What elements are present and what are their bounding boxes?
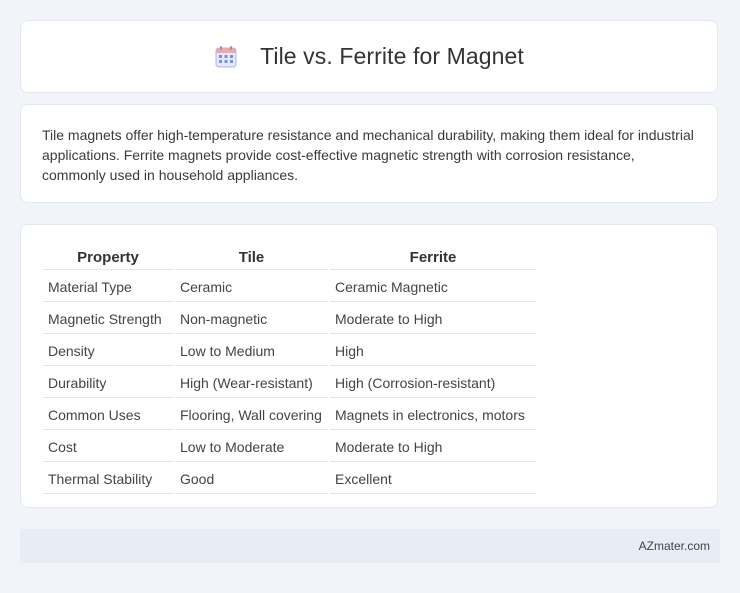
cell-tile: Non-magnetic <box>175 304 328 334</box>
table-row: Thermal Stability Good Excellent <box>43 464 536 494</box>
column-header-ferrite: Ferrite <box>330 246 536 270</box>
description-card: Tile magnets offer high-temperature resi… <box>20 104 718 203</box>
cell-ferrite: High <box>330 336 536 366</box>
footer-bar: AZmater.com <box>20 529 720 563</box>
cell-tile: Good <box>175 464 328 494</box>
cell-ferrite: Moderate to High <box>330 432 536 462</box>
footer-site-link[interactable]: AZmater.com <box>639 539 710 553</box>
cell-property: Thermal Stability <box>43 464 173 494</box>
cell-property: Common Uses <box>43 400 173 430</box>
table-header-row: Property Tile Ferrite <box>43 246 536 270</box>
cell-property: Durability <box>43 368 173 398</box>
table-row: Density Low to Medium High <box>43 336 536 366</box>
cell-ferrite: Excellent <box>330 464 536 494</box>
cell-property: Magnetic Strength <box>43 304 173 334</box>
cell-tile: Ceramic <box>175 272 328 302</box>
column-header-property: Property <box>43 246 173 270</box>
page-title: Tile vs. Ferrite for Magnet <box>260 43 524 69</box>
table-row: Magnetic Strength Non-magnetic Moderate … <box>43 304 536 334</box>
cell-tile: Low to Moderate <box>175 432 328 462</box>
comparison-table-card: Property Tile Ferrite Material Type Cera… <box>20 224 718 508</box>
cell-tile: Flooring, Wall covering <box>175 400 328 430</box>
title-row: Tile vs. Ferrite for Magnet <box>214 43 524 70</box>
table-row: Material Type Ceramic Ceramic Magnetic <box>43 272 536 302</box>
table-row: Common Uses Flooring, Wall covering Magn… <box>43 400 536 430</box>
cell-ferrite: Moderate to High <box>330 304 536 334</box>
column-header-tile: Tile <box>175 246 328 270</box>
cell-property: Material Type <box>43 272 173 302</box>
cell-ferrite: Ceramic Magnetic <box>330 272 536 302</box>
comparison-table: Property Tile Ferrite Material Type Cera… <box>41 244 538 496</box>
cell-ferrite: High (Corrosion-resistant) <box>330 368 536 398</box>
table-row: Durability High (Wear-resistant) High (C… <box>43 368 536 398</box>
table-row: Cost Low to Moderate Moderate to High <box>43 432 536 462</box>
title-card: Tile vs. Ferrite for Magnet <box>20 20 718 93</box>
cell-ferrite: Magnets in electronics, motors <box>330 400 536 430</box>
cell-tile: Low to Medium <box>175 336 328 366</box>
cell-property: Cost <box>43 432 173 462</box>
cell-property: Density <box>43 336 173 366</box>
cell-tile: High (Wear-resistant) <box>175 368 328 398</box>
calendar-icon <box>214 45 238 69</box>
description-text: Tile magnets offer high-temperature resi… <box>42 127 694 183</box>
